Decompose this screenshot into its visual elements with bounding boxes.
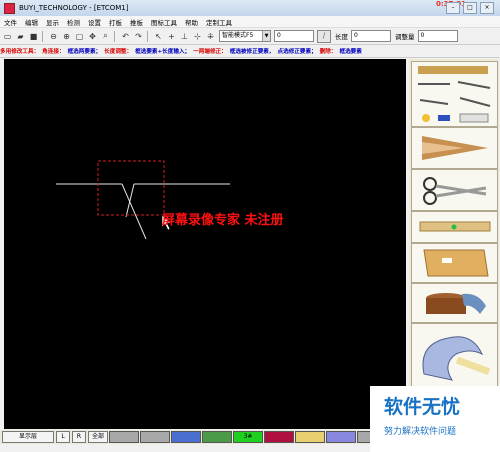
site-watermark-subtitle: 努力解决软件问题 xyxy=(384,427,457,437)
hint-segment: 框选要素+长度输入； xyxy=(135,49,191,55)
french-curve-icon xyxy=(422,336,491,381)
layer-swatch-active[interactable]: 3# xyxy=(233,431,263,443)
french-curve-button[interactable] xyxy=(411,323,498,389)
undo-icon[interactable]: ↶ xyxy=(120,31,131,42)
right-button[interactable]: R xyxy=(72,431,86,443)
menu-edit[interactable]: 编辑 xyxy=(21,17,42,27)
window-title: BUYI_TECHNOLOGY - [ETCOM1] xyxy=(19,4,129,12)
point-correct-icon[interactable]: ⊥ xyxy=(179,31,190,42)
select-arrow-icon[interactable]: ↖ xyxy=(153,31,164,42)
dart-leg-left xyxy=(121,183,147,240)
dart-leg-right xyxy=(125,183,135,218)
toolbar-separator xyxy=(42,30,43,42)
hint-segment: 角连接： xyxy=(42,49,65,55)
menu-file[interactable]: 文件 xyxy=(0,17,21,27)
menu-help[interactable]: 帮助 xyxy=(181,17,202,27)
hint-segment: 长度调整： xyxy=(104,49,133,55)
length-tool-icon[interactable]: ⧸ xyxy=(317,29,331,43)
wash-basin-icon xyxy=(426,293,486,314)
mode-select-value: 智能模式F5 xyxy=(222,32,254,39)
point-add-icon[interactable]: + xyxy=(166,31,177,42)
length-input[interactable]: 0 xyxy=(351,30,391,42)
chevron-down-icon: ▼ xyxy=(262,31,270,41)
mode-select[interactable]: 智能模式F5 ▼ xyxy=(219,30,271,42)
open-folder-icon[interactable]: ▰ xyxy=(15,31,26,42)
scissors-button[interactable] xyxy=(411,169,498,211)
toolbar-separator xyxy=(114,30,115,42)
point-move-icon[interactable]: ⊹ xyxy=(192,31,203,42)
layer-swatch[interactable] xyxy=(295,431,325,443)
layer-swatch[interactable] xyxy=(109,431,139,443)
tape-measure-icon xyxy=(419,221,491,232)
drawing-canvas[interactable]: 屏幕录像专家 未注册 xyxy=(4,59,406,429)
wash-basin-button[interactable] xyxy=(411,283,498,323)
tape-measure-button[interactable] xyxy=(411,211,498,243)
menu-settings[interactable]: 设置 xyxy=(84,17,105,27)
menu-view[interactable]: 显示 xyxy=(42,17,63,27)
point-grid-icon[interactable]: ⁜ xyxy=(205,31,216,42)
ruler-dart-icon xyxy=(422,136,488,160)
menu-custom-tools[interactable]: 定制工具 xyxy=(202,17,236,27)
menu-bar: 文件 编辑 显示 检测 设置 打板 推板 图标工具 帮助 定制工具 xyxy=(0,16,500,28)
menu-pattern[interactable]: 打板 xyxy=(105,17,126,27)
hint-segment: 框选被修正要素， xyxy=(229,49,275,55)
all-button[interactable]: 全部 xyxy=(88,431,108,443)
window-controls: – □ × xyxy=(446,2,494,14)
layer-swatch[interactable] xyxy=(140,431,170,443)
hint-segment: 一两端修正： xyxy=(193,49,227,55)
length-label: 长度 xyxy=(335,33,348,41)
toolbar: ▭ ▰ ■ ⊖ ⊕ ▢ ✥ ⌕ ↶ ↷ ↖ + ⊥ ⊹ ⁜ 智能模式F5 ▼ 0… xyxy=(0,28,500,45)
value-input[interactable]: 0 xyxy=(274,30,314,42)
menu-icon-tools[interactable]: 图标工具 xyxy=(147,17,181,27)
hint-segment: 框选两要素； xyxy=(67,49,102,55)
pan-icon[interactable]: ✥ xyxy=(87,31,98,42)
drafting-tools-button[interactable] xyxy=(411,61,498,127)
app-icon xyxy=(4,2,15,14)
new-file-icon[interactable]: ▭ xyxy=(2,31,13,42)
layer-swatch[interactable] xyxy=(264,431,294,443)
selection-rectangle xyxy=(97,160,165,216)
left-button[interactable]: L xyxy=(56,431,70,443)
menu-grade[interactable]: 推板 xyxy=(126,17,147,27)
canvas-drawing xyxy=(56,160,230,240)
display-layer-button[interactable]: 显示层 xyxy=(2,431,54,443)
site-watermark: 软件无忧 努力解决软件问题 xyxy=(370,386,500,452)
zoom-out-icon[interactable]: ⊖ xyxy=(48,31,59,42)
redo-icon[interactable]: ↷ xyxy=(133,31,144,42)
hint-segment: 删除： xyxy=(319,49,337,55)
adjust-input[interactable]: 0 xyxy=(417,30,458,42)
zoom-in-icon[interactable]: ⊕ xyxy=(61,31,72,42)
tool-panel xyxy=(409,59,499,429)
save-icon[interactable]: ■ xyxy=(28,31,39,42)
title-bar: BUYI_TECHNOLOGY - [ETCOM1] 0:37:01 – □ × xyxy=(0,0,500,17)
adjust-label: 调整量 xyxy=(395,33,415,41)
ruler-dart-button[interactable] xyxy=(411,127,498,169)
site-watermark-title: 软件无忧 xyxy=(384,396,461,418)
menu-check[interactable]: 检测 xyxy=(63,17,84,27)
zoom-window-icon[interactable]: ⌕ xyxy=(100,31,111,42)
zoom-fit-icon[interactable]: ▢ xyxy=(74,31,85,42)
toolbar-separator xyxy=(147,30,148,42)
drafting-tools-icon xyxy=(418,66,491,123)
pattern-piece-icon xyxy=(423,249,489,277)
minimize-button[interactable]: – xyxy=(446,2,460,14)
pattern-piece-button[interactable] xyxy=(411,243,498,283)
hint-segment: 多用修改工具： xyxy=(0,49,40,55)
maximize-button[interactable]: □ xyxy=(463,2,477,14)
layer-swatch[interactable] xyxy=(326,431,356,443)
close-button[interactable]: × xyxy=(480,2,494,14)
recorder-watermark: 屏幕录像专家 未注册 xyxy=(162,213,284,228)
layer-swatch[interactable] xyxy=(202,431,232,443)
hint-segment: 框选要素 xyxy=(339,49,362,55)
hint-segment: 点选修正要素； xyxy=(277,49,317,55)
layer-swatch[interactable] xyxy=(171,431,201,443)
hint-bar: 多用修改工具： 角连接： 框选两要素； 长度调整： 框选要素+长度输入； 一两端… xyxy=(0,45,500,58)
scissors-icon xyxy=(423,177,487,205)
